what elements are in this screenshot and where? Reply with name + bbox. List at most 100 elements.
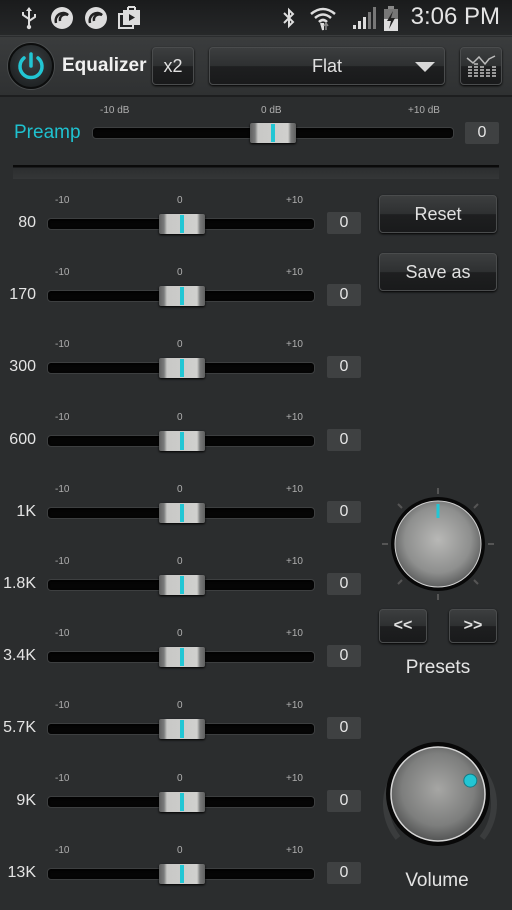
band-tick-mid: 0 [177,339,183,351]
play-store-icon [118,6,140,29]
band-row: 300 -10 0 +10 0 [0,330,370,382]
band-row: 5.7K -10 0 +10 0 [0,691,370,743]
band-slider-thumb[interactable] [159,502,205,523]
band-slider-thumb[interactable] [159,358,205,379]
wifi-icon [310,7,336,31]
previous-preset-button[interactable]: << [379,609,427,643]
reset-button[interactable]: Reset [379,195,497,233]
band-value: 0 [327,573,361,595]
band-slider-thumb[interactable] [159,214,205,234]
status-bar: 3:06 PM [0,0,512,36]
band-frequency-label: 3.4K [3,647,36,665]
preamp-slider-thumb[interactable] [250,123,296,143]
app-title: Equalizer [62,55,147,76]
band-tick-min: -10 [55,700,70,712]
app-notification-icon [85,7,107,29]
visualizer-button[interactable] [460,47,502,85]
band-value: 0 [327,861,361,884]
power-icon [18,52,44,80]
presets-knob-indicator [436,504,440,518]
band-tick-max: +10 [286,772,303,784]
band-slider-thumb[interactable] [159,863,205,884]
band-row: 3.4K -10 0 +10 0 [0,619,370,671]
band-tick-max: +10 [286,483,303,495]
band-row: 1.8K -10 0 +10 0 [0,547,370,599]
band-row: 13K -10 0 +10 0 [0,836,370,888]
band-value: 0 [327,717,361,740]
band-tick-mid: 0 [177,267,183,279]
band-tick-max: +10 [286,339,303,351]
band-value: 0 [327,645,361,668]
band-frequency-label: 170 [9,286,36,304]
volume-knob-indicator [463,773,478,788]
band-tick-max: +10 [286,411,303,423]
preamp-value: 0 [465,122,499,144]
band-tick-max: +10 [286,556,303,567]
usb-icon [22,7,36,30]
preamp-row: Preamp -10 dB 0 dB +10 dB 0 [0,100,512,160]
band-tick-mid: 0 [177,411,183,423]
toolbar: Equalizer x2 Flat [0,37,512,97]
volume-knob[interactable] [378,740,502,858]
band-row: 170 -10 0 +10 0 [0,258,370,310]
save-as-button[interactable]: Save as [379,253,497,291]
band-tick-max: +10 [286,844,303,856]
band-tick-min: -10 [55,195,70,206]
band-frequency-label: 5.7K [3,719,36,737]
presets-caption: Presets [405,657,471,678]
presets-knob[interactable] [380,486,496,602]
next-preset-button[interactable]: >> [449,609,497,643]
band-slider-thumb[interactable] [159,575,205,595]
band-tick-mid: 0 [177,772,183,784]
x2-button[interactable]: x2 [152,47,194,85]
band-value: 0 [327,428,361,451]
volume-caption: Volume [405,870,469,891]
band-tick-min: -10 [55,556,70,567]
bluetooth-icon [283,7,295,29]
visualizer-icon [466,55,496,77]
band-frequency-label: 13K [7,863,36,881]
preamp-label: Preamp [14,122,81,143]
preset-dropdown[interactable]: Flat [209,47,445,85]
band-tick-mid: 0 [177,195,183,206]
band-slider-thumb[interactable] [159,430,205,451]
preset-selected-value: Flat [311,56,342,76]
band-row: 600 -10 0 +10 0 [0,403,370,455]
band-frequency-label: 600 [9,430,36,448]
band-tick-min: -10 [55,267,70,279]
band-frequency-label: 9K [16,791,36,809]
band-tick-min: -10 [55,628,70,640]
band-tick-max: +10 [286,700,303,712]
band-value: 0 [327,356,361,379]
band-tick-min: -10 [55,844,70,856]
preamp-tick-max: +10 dB [408,105,440,116]
app-notification-icon [51,7,73,29]
band-tick-min: -10 [55,772,70,784]
band-tick-mid: 0 [177,844,183,856]
volume-knob-dial [383,742,497,846]
signal-icon [353,7,376,29]
band-value: 0 [327,500,361,523]
band-tick-mid: 0 [177,628,183,640]
band-slider-thumb[interactable] [159,791,205,812]
band-frequency-label: 1.8K [3,575,36,592]
band-slider-thumb[interactable] [159,286,205,307]
preamp-tick-min: -10 dB [100,105,130,116]
preamp-tick-mid: 0 dB [261,105,282,116]
band-frequency-label: 80 [18,214,36,231]
band-row: 9K -10 0 +10 0 [0,764,370,816]
band-slider-thumb[interactable] [159,719,205,740]
band-tick-min: -10 [55,483,70,495]
power-toggle-button[interactable] [8,43,54,89]
clock: 3:06 PM [410,3,500,30]
band-value: 0 [327,212,361,234]
band-tick-mid: 0 [177,700,183,712]
dropdown-arrow-icon [415,62,435,72]
band-tick-max: +10 [286,195,303,206]
band-tick-min: -10 [55,339,70,351]
band-slider-thumb[interactable] [159,647,205,668]
presets-knob-dial [382,488,494,600]
band-frequency-label: 1K [16,502,36,520]
band-row: 1K -10 0 +10 0 [0,475,370,527]
band-frequency-label: 300 [9,358,36,376]
